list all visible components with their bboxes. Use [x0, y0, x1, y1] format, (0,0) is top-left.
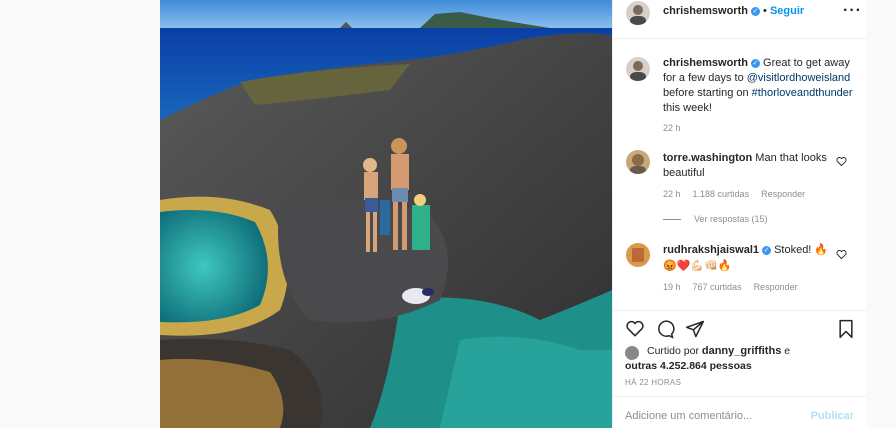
caption-time: 22 h	[663, 123, 681, 133]
caption-part: this week!	[663, 102, 712, 114]
reply-button[interactable]: Responder	[761, 189, 805, 199]
caption-mention-link[interactable]: @visitlordhoweisland	[747, 72, 851, 84]
publish-button[interactable]: Publicar	[811, 410, 854, 422]
share-icon[interactable]	[685, 319, 705, 339]
header-divider	[613, 38, 866, 39]
comment-meta: 19 h 767 curtidas Responder	[663, 282, 810, 292]
follow-button[interactable]: Seguir	[770, 5, 804, 17]
author-avatar[interactable]	[626, 1, 650, 25]
post-side-panel: chrishemsworth ✓ • Seguir ··· chrishemswo…	[612, 0, 866, 428]
bookmark-icon[interactable]	[836, 319, 856, 339]
caption-hashtag-link[interactable]: #thorloveandthunder	[752, 87, 853, 99]
likes-user[interactable]: danny_griffiths	[702, 345, 781, 357]
comment-time: 19 h	[663, 282, 681, 292]
add-comment-input[interactable]: Adicione um comentário...	[625, 410, 752, 422]
comment-likes[interactable]: 1.188 curtidas	[693, 189, 750, 199]
more-icon[interactable]: ···	[843, 2, 862, 20]
likes-summary: Curtido por danny_griffiths e	[647, 344, 790, 359]
caption-author[interactable]: chrishemsworth	[663, 57, 748, 69]
heart-icon[interactable]	[625, 319, 645, 339]
comment-text: rudhrakshjaiswal1 ✓ Stoked! 🔥 😡❤️💪🏻👊🏻🔥	[663, 243, 843, 274]
view-replies-button[interactable]: Ver respostas (15)	[694, 214, 768, 224]
comment-likes[interactable]: 767 curtidas	[693, 282, 742, 292]
comment-avatar[interactable]	[626, 243, 650, 267]
heart-icon[interactable]	[836, 156, 847, 167]
verified-icon: ✓	[750, 58, 760, 68]
replies-line	[663, 219, 681, 220]
actions-divider	[613, 310, 866, 311]
comment-box-divider	[613, 396, 866, 397]
comment-text: torre.washington Man that looks beautifu…	[663, 151, 843, 181]
comment-username[interactable]: rudhrakshjaiswal1	[663, 244, 759, 256]
post-timestamp: HÁ 22 HORAS	[625, 378, 682, 387]
comment-time: 22 h	[663, 189, 681, 199]
page-margin	[866, 0, 896, 428]
comment-emojis: 😡❤️💪🏻👊🏻🔥	[663, 260, 732, 272]
photo-image	[160, 0, 612, 428]
caption-part: before starting on	[663, 87, 752, 99]
caption-text: chrishemsworth ✓ Great to get away for a …	[663, 56, 853, 116]
comment-icon[interactable]	[655, 319, 675, 339]
reply-button[interactable]: Responder	[754, 282, 798, 292]
heart-icon[interactable]	[836, 249, 847, 260]
likes-prefix: Curtido por	[647, 345, 702, 357]
likes-mid: e	[781, 345, 791, 357]
comment-meta: 22 h 1.188 curtidas Responder	[663, 189, 817, 199]
comment-username[interactable]: torre.washington	[663, 152, 752, 164]
comment-avatar[interactable]	[626, 150, 650, 174]
likes-others[interactable]: outras 4.252.864 pessoas	[625, 359, 752, 374]
verified-icon: ✓	[762, 245, 771, 255]
comment-body: Stoked! 🔥	[774, 244, 829, 256]
caption-avatar[interactable]	[626, 57, 650, 81]
verified-icon: ✓	[750, 6, 760, 16]
liker-avatar[interactable]	[625, 346, 639, 360]
author-username[interactable]: chrishemsworth	[663, 5, 748, 17]
post-photo[interactable]	[160, 0, 612, 428]
